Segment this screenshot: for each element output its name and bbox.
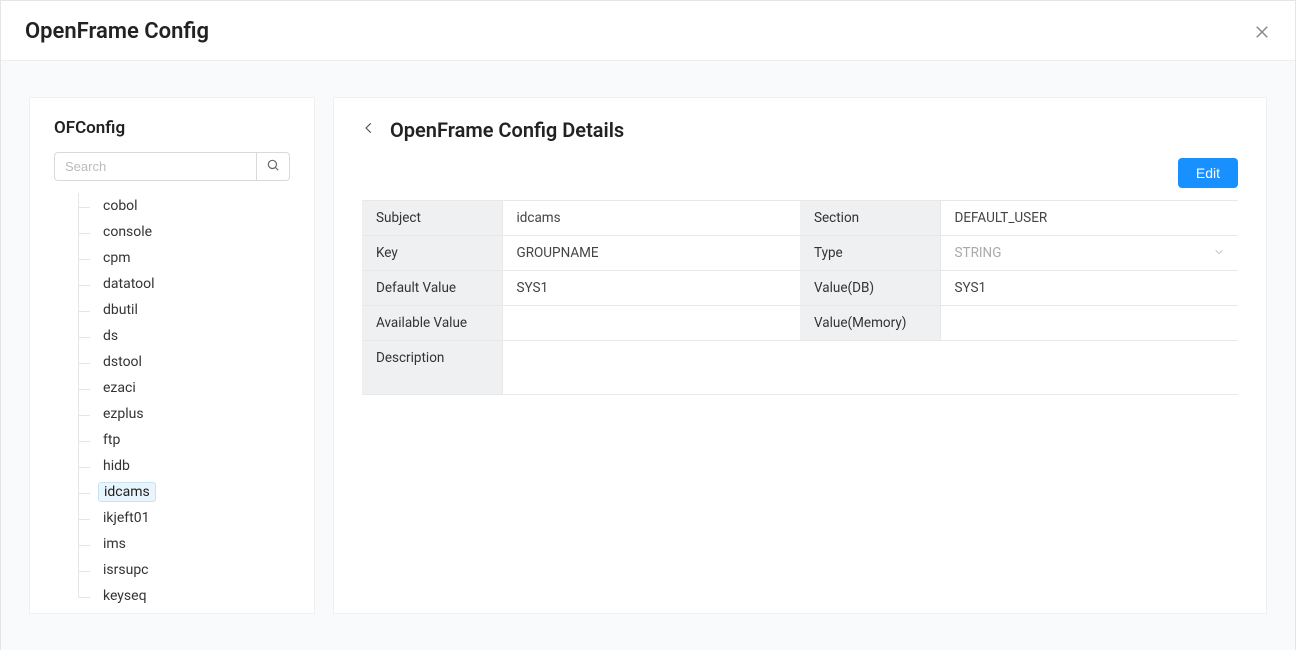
field-value-available-value xyxy=(502,306,800,341)
sidebar-item-label: ezplus xyxy=(98,405,149,423)
sidebar-item-label: datatool xyxy=(98,275,160,293)
field-label-value-db: Value(DB) xyxy=(800,271,940,306)
sidebar-item-label: ds xyxy=(98,327,123,345)
action-row: Edit xyxy=(362,158,1238,188)
back-button[interactable] xyxy=(362,121,376,139)
field-label-available-value: Available Value xyxy=(362,306,502,341)
table-row: Default Value SYS1 Value(DB) SYS1 xyxy=(362,271,1238,306)
sidebar-item-idcams[interactable]: idcams xyxy=(78,479,290,505)
search-wrap xyxy=(54,152,290,181)
main-header: OpenFrame Config Details xyxy=(362,118,1238,142)
sidebar-item-label: ims xyxy=(98,535,131,553)
field-label-value-memory: Value(Memory) xyxy=(800,306,940,341)
sidebar-item-hidb[interactable]: hidb xyxy=(78,453,290,479)
sidebar-item-label: ezaci xyxy=(98,379,141,397)
table-row: Subject idcams Section DEFAULT_USER xyxy=(362,201,1238,236)
sidebar-item-ds[interactable]: ds xyxy=(78,323,290,349)
sidebar-item-console[interactable]: console xyxy=(78,219,290,245)
sidebar-item-ezaci[interactable]: ezaci xyxy=(78,375,290,401)
details-table: Subject idcams Section DEFAULT_USER Key … xyxy=(362,200,1238,395)
close-icon[interactable] xyxy=(1253,23,1271,41)
sidebar-item-cpm[interactable]: cpm xyxy=(78,245,290,271)
sidebar-title: OFConfig xyxy=(54,118,290,138)
modal-header: OpenFrame Config xyxy=(1,1,1295,60)
sidebar-item-label: dbutil xyxy=(98,301,143,319)
type-value-text: STRING xyxy=(955,245,1002,261)
search-input[interactable] xyxy=(54,152,256,181)
field-label-default-value: Default Value xyxy=(362,271,502,306)
field-value-subject: idcams xyxy=(502,201,800,236)
sidebar-item-datatool[interactable]: datatool xyxy=(78,271,290,297)
sidebar-item-ezplus[interactable]: ezplus xyxy=(78,401,290,427)
sidebar-item-keyseq[interactable]: keyseq xyxy=(78,583,290,609)
sidebar-item-label: ikjeft01 xyxy=(98,509,154,527)
sidebar-item-label: console xyxy=(98,223,157,241)
sidebar-item-dbutil[interactable]: dbutil xyxy=(78,297,290,323)
field-value-default-value: SYS1 xyxy=(502,271,800,306)
sidebar-item-ims[interactable]: ims xyxy=(78,531,290,557)
sidebar-item-ftp[interactable]: ftp xyxy=(78,427,290,453)
sidebar-tree: cobol console cpm datatool dbutil ds dstool eza… xyxy=(78,193,290,609)
table-row: Description xyxy=(362,341,1238,395)
table-row: Key GROUPNAME Type STRING xyxy=(362,236,1238,271)
field-value-key: GROUPNAME xyxy=(502,236,800,271)
table-row: Available Value Value(Memory) xyxy=(362,306,1238,341)
sidebar-item-label: idcams xyxy=(98,482,156,502)
search-icon xyxy=(266,158,280,175)
field-value-type[interactable]: STRING xyxy=(940,236,1238,271)
workspace: OFConfig cobol console cpm datatool dbutil ds… xyxy=(1,60,1295,650)
field-label-key: Key xyxy=(362,236,502,271)
sidebar-item-label: cobol xyxy=(98,197,143,215)
field-label-section: Section xyxy=(800,201,940,236)
sidebar-item-label: keyseq xyxy=(98,587,152,605)
edit-button[interactable]: Edit xyxy=(1178,158,1238,188)
sidebar-item-ikjeft01[interactable]: ikjeft01 xyxy=(78,505,290,531)
chevron-down-icon xyxy=(1214,245,1224,261)
field-label-subject: Subject xyxy=(362,201,502,236)
sidebar-item-cobol[interactable]: cobol xyxy=(78,193,290,219)
search-button[interactable] xyxy=(256,152,290,181)
field-value-value-memory xyxy=(940,306,1238,341)
field-label-description: Description xyxy=(362,341,502,395)
field-label-type: Type xyxy=(800,236,940,271)
sidebar-item-label: cpm xyxy=(98,249,135,267)
modal-title: OpenFrame Config xyxy=(25,19,209,44)
sidebar-item-label: hidb xyxy=(98,457,135,475)
sidebar-item-label: isrsupc xyxy=(98,561,154,579)
chevron-left-icon xyxy=(362,121,376,139)
page-title: OpenFrame Config Details xyxy=(390,118,624,142)
sidebar-item-label: ftp xyxy=(98,431,125,449)
field-value-description xyxy=(502,341,1238,395)
sidebar-item-label: dstool xyxy=(98,353,147,371)
main-panel: OpenFrame Config Details Edit Subject id… xyxy=(333,97,1267,614)
sidebar-item-dstool[interactable]: dstool xyxy=(78,349,290,375)
field-value-section: DEFAULT_USER xyxy=(940,201,1238,236)
sidebar: OFConfig cobol console cpm datatool dbutil ds… xyxy=(29,97,315,614)
field-value-value-db: SYS1 xyxy=(940,271,1238,306)
sidebar-item-isrsupc[interactable]: isrsupc xyxy=(78,557,290,583)
